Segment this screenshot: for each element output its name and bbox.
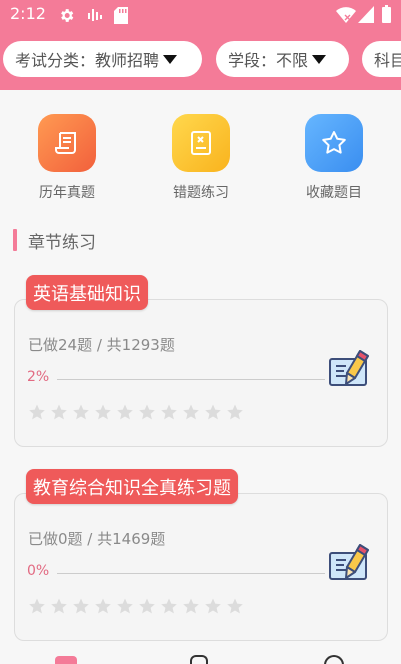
star-icon bbox=[139, 598, 155, 614]
bottom-tab-profile-icon[interactable] bbox=[324, 655, 344, 664]
exam-category-label: 考试分类：教师招聘 bbox=[15, 51, 160, 70]
star-icon bbox=[51, 598, 67, 614]
sd-card-icon bbox=[114, 7, 128, 24]
favorites-shortcut[interactable]: 收藏题目 bbox=[279, 114, 389, 202]
past-papers-shortcut[interactable]: 历年真题 bbox=[12, 114, 122, 202]
favorites-label: 收藏题目 bbox=[306, 185, 362, 201]
star-icon bbox=[73, 598, 89, 614]
wrong-answers-label: 错题练习 bbox=[173, 185, 229, 201]
star-icon bbox=[51, 404, 67, 420]
chapter-progress-count: 已做24题 / 共1293题 bbox=[28, 336, 175, 354]
progress-track bbox=[57, 573, 325, 574]
stage-label: 学段：不限 bbox=[228, 51, 309, 70]
chapter-rating bbox=[28, 403, 248, 421]
section-title: 章节练习 bbox=[28, 232, 96, 253]
bottom-tab-middle-icon[interactable] bbox=[190, 655, 208, 664]
wrong-answers-shortcut[interactable]: 错题练习 bbox=[146, 114, 256, 202]
stage-dropdown[interactable]: 学段：不限 bbox=[216, 41, 349, 77]
chapter-card[interactable]: 已做24题 / 共1293题 2% bbox=[14, 299, 388, 447]
star-icon bbox=[29, 404, 45, 420]
chevron-down-icon bbox=[312, 54, 327, 64]
bottom-nav bbox=[0, 652, 401, 664]
star-icon bbox=[117, 404, 133, 420]
star-icon bbox=[29, 598, 45, 614]
chapter-card[interactable]: 已做0题 / 共1469题 0% bbox=[14, 493, 388, 641]
status-time: 2:12 bbox=[10, 4, 46, 23]
scroll-icon bbox=[38, 114, 96, 172]
star-icon bbox=[117, 598, 133, 614]
chapter-title-tag[interactable]: 教育综合知识全真练习题 bbox=[26, 469, 238, 504]
chapter-rating bbox=[28, 597, 248, 615]
wifi-icon bbox=[336, 7, 356, 23]
star-icon bbox=[95, 598, 111, 614]
section-accent-bar bbox=[13, 229, 17, 251]
chevron-down-icon bbox=[163, 54, 178, 64]
star-icon bbox=[161, 598, 177, 614]
past-papers-label: 历年真题 bbox=[39, 185, 95, 201]
signal-bars-icon bbox=[88, 9, 102, 21]
chapter-section-header: 章节练习 bbox=[13, 228, 96, 253]
star-icon bbox=[139, 404, 155, 420]
chapter-progress-count: 已做0题 / 共1469题 bbox=[28, 530, 166, 548]
subject-label: 科目 bbox=[374, 51, 401, 70]
chapter-progress-percent: 0% bbox=[27, 563, 50, 579]
wrong-answer-icon bbox=[172, 114, 230, 172]
pencil-note-icon[interactable] bbox=[328, 543, 372, 589]
star-icon bbox=[183, 598, 199, 614]
subject-dropdown[interactable]: 科目 bbox=[362, 41, 401, 77]
star-icon bbox=[95, 404, 111, 420]
exam-category-dropdown[interactable]: 考试分类：教师招聘 bbox=[3, 41, 202, 77]
shortcut-grid: 历年真题 错题练习 收藏题目 bbox=[0, 114, 401, 208]
battery-icon bbox=[382, 5, 391, 23]
pencil-note-icon[interactable] bbox=[328, 349, 372, 395]
cell-signal-icon bbox=[358, 6, 374, 23]
star-icon bbox=[205, 404, 221, 420]
star-icon bbox=[161, 404, 177, 420]
bottom-tab-home-icon[interactable] bbox=[55, 656, 77, 664]
star-icon bbox=[227, 404, 243, 420]
chapter-title-tag[interactable]: 英语基础知识 bbox=[26, 275, 148, 310]
status-bar: 2:12 bbox=[0, 0, 401, 30]
chapter-progress-percent: 2% bbox=[27, 369, 50, 385]
progress-track bbox=[57, 379, 325, 380]
star-icon bbox=[183, 404, 199, 420]
gear-icon bbox=[61, 9, 74, 22]
star-icon bbox=[205, 598, 221, 614]
star-icon bbox=[227, 598, 243, 614]
star-icon bbox=[305, 114, 363, 172]
filter-bar: 考试分类：教师招聘 学段：不限 科目 bbox=[0, 41, 401, 79]
star-icon bbox=[73, 404, 89, 420]
